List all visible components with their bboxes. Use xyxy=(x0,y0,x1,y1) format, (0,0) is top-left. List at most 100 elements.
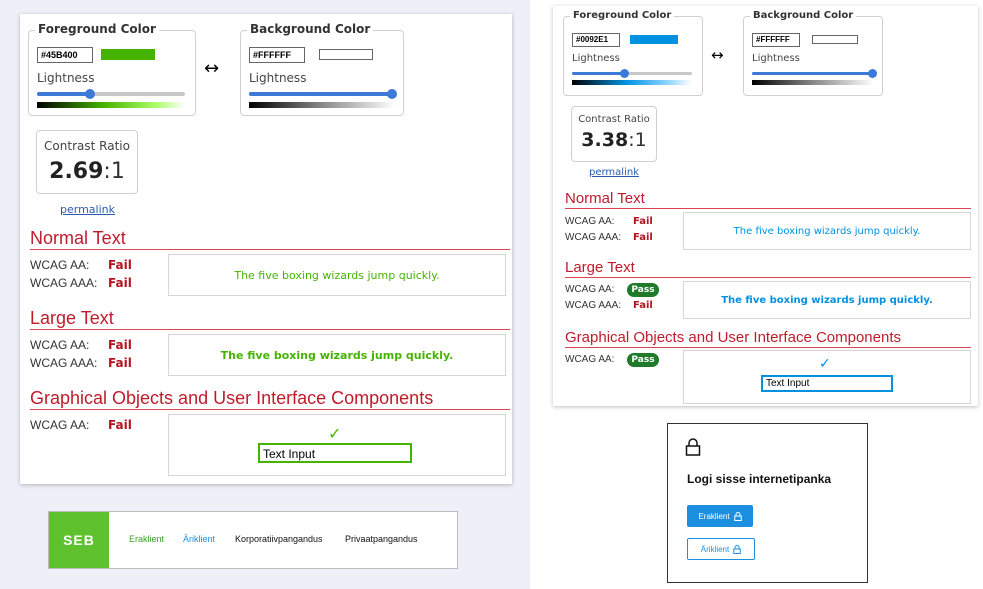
eraklient-login-button[interactable]: Eraklient xyxy=(687,505,753,527)
normal-aa-label: WCAG AA: xyxy=(30,258,90,272)
foreground-lightness-slider[interactable] xyxy=(572,72,692,75)
background-swatch[interactable] xyxy=(812,35,858,44)
checkmark-icon: ✓ xyxy=(328,424,342,443)
foreground-hex-input[interactable]: #45B400 xyxy=(37,47,93,63)
nav-item-privaatpangandus[interactable]: Privaatpangandus xyxy=(345,534,418,544)
permalink[interactable]: permalink xyxy=(589,167,639,178)
contrast-checker-card-right: Foreground Color #0092E1 Lightness ↔ Bac… xyxy=(553,6,978,406)
ariklient-button-label: Äriklient xyxy=(700,544,730,554)
lock-icon xyxy=(733,544,741,554)
section-divider xyxy=(565,277,971,278)
background-lightness-label: Lightness xyxy=(249,71,307,85)
normal-aaa-label: WCAG AAA: xyxy=(30,276,98,290)
large-text-heading: Large Text xyxy=(30,308,114,328)
section-divider xyxy=(565,208,971,209)
login-card: Logi sisse internetipanka Eraklient Ärik… xyxy=(667,423,868,583)
background-hex-input[interactable]: #FFFFFF xyxy=(249,47,305,63)
login-title: Logi sisse internetipanka xyxy=(687,472,832,486)
large-sample-text: The five boxing wizards jump quickly. xyxy=(220,348,454,362)
large-aa-label: WCAG AA: xyxy=(565,284,615,295)
normal-text-heading: Normal Text xyxy=(30,228,126,248)
section-divider xyxy=(565,347,971,348)
large-aa-pass-badge: Pass xyxy=(627,283,659,297)
contrast-ratio-label: Contrast Ratio xyxy=(44,139,130,153)
normal-text-heading: Normal Text xyxy=(565,190,645,207)
background-lightness-slider[interactable] xyxy=(249,92,395,96)
section-divider xyxy=(30,329,510,330)
swap-colors-button[interactable]: ↔ xyxy=(711,46,724,64)
checkmark-icon: ✓ xyxy=(819,356,831,372)
foreground-fieldset: Foreground Color #45B400 Lightness xyxy=(28,22,196,116)
normal-aaa-label: WCAG AAA: xyxy=(565,232,622,243)
graphical-heading: Graphical Objects and User Interface Com… xyxy=(30,388,434,408)
contrast-ratio-value: 2.69 xyxy=(49,159,104,184)
section-divider xyxy=(30,409,510,410)
nav-item-korporatiivpangandus[interactable]: Korporatiivpangandus xyxy=(235,534,323,544)
foreground-swatch[interactable] xyxy=(630,35,678,44)
normal-sample-text: The five boxing wizards jump quickly. xyxy=(733,225,921,237)
lock-icon xyxy=(685,438,701,456)
eraklient-button-label: Eraklient xyxy=(698,511,730,521)
foreground-lightness-slider[interactable] xyxy=(37,92,185,96)
background-fieldset: Background Color #FFFFFF Lightness xyxy=(743,10,883,96)
contrast-ratio-value: 3.38 xyxy=(581,129,629,151)
contrast-ratio-suffix: :1 xyxy=(628,129,647,151)
large-sample-text: The five boxing wizards jump quickly. xyxy=(721,294,933,306)
large-aaa-result: Fail xyxy=(633,300,653,311)
large-aaa-label: WCAG AAA: xyxy=(565,300,622,311)
normal-text-sample: The five boxing wizards jump quickly. xyxy=(683,212,971,250)
background-lightness-handle[interactable] xyxy=(868,69,877,78)
background-legend: Background Color xyxy=(750,10,857,21)
normal-aa-result: Fail xyxy=(108,258,132,272)
large-aaa-result: Fail xyxy=(108,356,132,370)
foreground-lightness-handle[interactable] xyxy=(620,69,629,78)
nav-item-eraklient[interactable]: Eraklient xyxy=(129,534,164,544)
slider-fill xyxy=(37,92,91,96)
background-lightness-label: Lightness xyxy=(752,53,800,64)
foreground-lightness-label: Lightness xyxy=(572,53,620,64)
graphical-aa-pass-badge: Pass xyxy=(627,353,659,367)
seb-nav-bar: SEB Eraklient Äriklient Korporatiivpanga… xyxy=(48,511,458,569)
foreground-legend: Foreground Color xyxy=(35,22,159,36)
background-lightness-slider[interactable] xyxy=(752,72,874,75)
background-swatch[interactable] xyxy=(319,49,373,60)
sample-text-input[interactable]: Text Input xyxy=(761,375,893,392)
slider-fill xyxy=(249,92,395,96)
permalink[interactable]: permalink xyxy=(60,203,115,216)
normal-aa-result: Fail xyxy=(633,216,653,227)
lock-icon xyxy=(733,511,742,521)
contrast-ratio-value-wrap: 2.69:1 xyxy=(37,159,137,184)
graphical-aa-label: WCAG AA: xyxy=(565,354,615,365)
foreground-lightness-label: Lightness xyxy=(37,71,95,85)
normal-aaa-result: Fail xyxy=(633,232,653,243)
normal-aaa-result: Fail xyxy=(108,276,132,290)
sample-text-input[interactable]: Text Input xyxy=(258,443,412,463)
foreground-swatch[interactable] xyxy=(101,49,155,60)
background-fieldset: Background Color #FFFFFF Lightness xyxy=(240,22,404,116)
graphical-aa-label: WCAG AA: xyxy=(30,418,90,432)
slider-fill xyxy=(572,72,624,75)
foreground-lightness-handle[interactable] xyxy=(85,89,95,99)
nav-item-ariklient[interactable]: Äriklient xyxy=(183,534,215,544)
background-lightness-handle[interactable] xyxy=(387,89,397,99)
background-lightness-gradient xyxy=(249,102,395,108)
background-hex-input[interactable]: #FFFFFF xyxy=(752,33,800,47)
swap-colors-button[interactable]: ↔ xyxy=(204,58,219,79)
contrast-checker-card-left: Foreground Color #45B400 Lightness ↔ Bac… xyxy=(20,14,512,484)
foreground-hex-input[interactable]: #0092E1 xyxy=(572,33,620,47)
foreground-fieldset: Foreground Color #0092E1 Lightness xyxy=(563,10,703,96)
section-divider xyxy=(30,249,510,250)
large-text-sample: The five boxing wizards jump quickly. xyxy=(683,281,971,319)
normal-aa-label: WCAG AA: xyxy=(565,216,615,227)
contrast-ratio-value-wrap: 3.38:1 xyxy=(572,129,656,151)
seb-logo[interactable]: SEB xyxy=(49,512,109,568)
large-aa-label: WCAG AA: xyxy=(30,338,90,352)
ariklient-login-button[interactable]: Äriklient xyxy=(687,538,755,560)
background-lightness-gradient xyxy=(752,80,874,85)
normal-sample-text: The five boxing wizards jump quickly. xyxy=(234,268,440,282)
slider-fill xyxy=(752,72,874,75)
contrast-ratio-label: Contrast Ratio xyxy=(578,114,650,125)
large-text-heading: Large Text xyxy=(565,259,635,276)
normal-text-sample: The five boxing wizards jump quickly. xyxy=(168,254,506,296)
background-legend: Background Color xyxy=(247,22,374,36)
